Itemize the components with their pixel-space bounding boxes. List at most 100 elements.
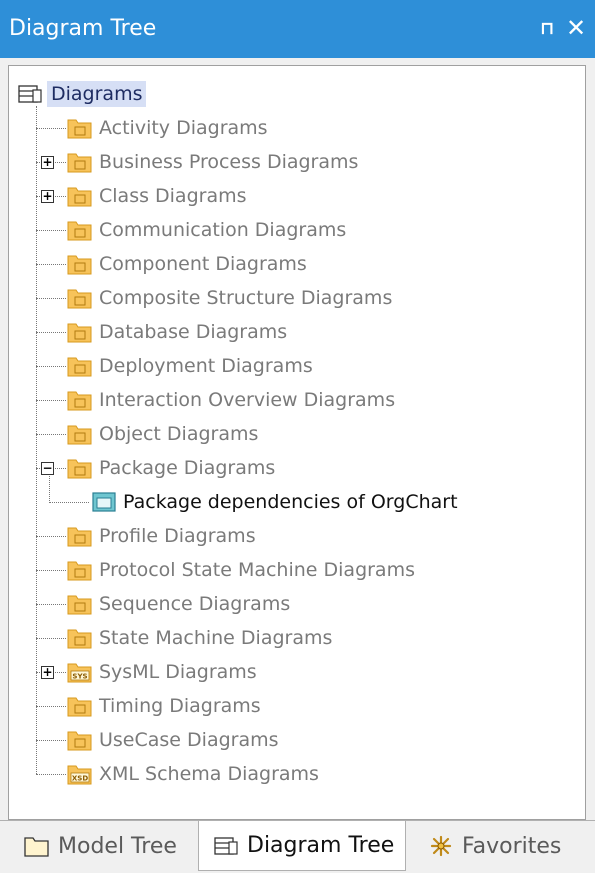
expand-icon[interactable]: +: [41, 156, 54, 169]
tree-item[interactable]: Protocol State Machine Diagrams: [67, 554, 417, 586]
tab-model-tree[interactable]: Model Tree: [10, 821, 190, 871]
tree-connector: [36, 298, 66, 299]
tree-item-child[interactable]: Package dependencies of OrgChart: [91, 486, 460, 518]
tree-item[interactable]: Package Diagrams: [67, 452, 277, 484]
tree-item-label: State Machine Diagrams: [99, 627, 333, 649]
tree-item-label: Database Diagrams: [99, 321, 288, 343]
tree-item-label: Profile Diagrams: [99, 525, 256, 547]
tab-diagram-tree[interactable]: Diagram Tree: [198, 821, 406, 871]
favorites-icon: [428, 834, 454, 858]
tree-connector: [36, 332, 66, 333]
tree-item-label: Component Diagrams: [99, 253, 307, 275]
svg-text:XSD: XSD: [72, 775, 88, 783]
tree-item[interactable]: Timing Diagrams: [67, 690, 263, 722]
tree-item-label: Interaction Overview Diagrams: [99, 389, 396, 411]
composite-structure-folder-icon: [67, 286, 93, 310]
tree-item[interactable]: Class Diagrams: [67, 180, 249, 212]
tree-connector: [36, 638, 66, 639]
tree-root-label: Diagrams: [47, 81, 147, 107]
tree-item[interactable]: XSD XML Schema Diagrams: [67, 758, 321, 790]
state-machine-folder-icon: [67, 626, 93, 650]
tree-item[interactable]: Composite Structure Diagrams: [67, 282, 394, 314]
tree-connector: [49, 476, 50, 503]
tree-item-label: UseCase Diagrams: [99, 729, 279, 751]
tree-item[interactable]: UseCase Diagrams: [67, 724, 281, 756]
tab-label: Favorites: [462, 833, 562, 859]
tree-connector: [36, 740, 66, 741]
tree-item-label: Activity Diagrams: [99, 117, 268, 139]
tab-strip: Model Tree Diagram Tree Favorites: [0, 820, 595, 873]
class-diagram-folder-icon: [67, 184, 93, 208]
xml-schema-folder-icon: XSD: [67, 762, 93, 786]
component-diagram-folder-icon: [67, 252, 93, 276]
tree-item-label: Sequence Diagrams: [99, 593, 291, 615]
database-diagram-folder-icon: [67, 320, 93, 344]
tree-item-label: Class Diagrams: [99, 185, 247, 207]
tree-item[interactable]: Communication Diagrams: [67, 214, 348, 246]
tree-connector: [36, 366, 66, 367]
tree-connector: [36, 128, 66, 129]
tree-item-label: Communication Diagrams: [99, 219, 347, 241]
tree-connector: [36, 706, 66, 707]
panel-title: Diagram Tree: [9, 16, 157, 41]
svg-text:SYS: SYS: [72, 673, 87, 681]
diagram-tree: Diagrams Activity Diagrams + Business Proce…: [8, 65, 586, 820]
sequence-diagram-folder-icon: [67, 592, 93, 616]
tree-item-label: Object Diagrams: [99, 423, 259, 445]
tree-item[interactable]: Interaction Overview Diagrams: [67, 384, 397, 416]
tree-item-label: Composite Structure Diagrams: [99, 287, 393, 309]
tree-item[interactable]: Component Diagrams: [67, 248, 309, 280]
tree-connector: [36, 536, 66, 537]
tree-item[interactable]: Sequence Diagrams: [67, 588, 292, 620]
tree-connector: [36, 570, 66, 571]
tree-item-label: Business Process Diagrams: [99, 151, 359, 173]
object-diagram-folder-icon: [67, 422, 93, 446]
activity-diagram-folder-icon: [67, 116, 93, 140]
tree-item[interactable]: Profile Diagrams: [67, 520, 258, 552]
tree-connector: [49, 502, 89, 503]
tree-item-label: Package dependencies of OrgChart: [123, 491, 458, 513]
interaction-overview-folder-icon: [67, 388, 93, 412]
tab-label: Diagram Tree: [247, 833, 395, 858]
tree-item-label: Deployment Diagrams: [99, 355, 313, 377]
deployment-diagram-folder-icon: [67, 354, 93, 378]
tree-item-label: Protocol State Machine Diagrams: [99, 559, 415, 581]
collapse-icon[interactable]: −: [41, 462, 54, 475]
tab-favorites[interactable]: Favorites: [414, 821, 564, 871]
business-process-folder-icon: [67, 150, 93, 174]
tree-item-label: Timing Diagrams: [99, 695, 261, 717]
tab-label: Model Tree: [58, 833, 177, 859]
tree-item[interactable]: Object Diagrams: [67, 418, 260, 450]
title-bar: Diagram Tree ⊓ ✕: [0, 0, 595, 58]
close-icon[interactable]: ✕: [566, 14, 586, 42]
package-diagram-folder-icon: [67, 456, 93, 480]
tree-connector: [36, 604, 66, 605]
package-diagram-icon: [91, 490, 117, 514]
tree-item-label: SysML Diagrams: [99, 661, 257, 683]
expand-icon[interactable]: +: [41, 666, 54, 679]
expand-icon[interactable]: +: [41, 190, 54, 203]
tree-item[interactable]: State Machine Diagrams: [67, 622, 334, 654]
tree-item[interactable]: Deployment Diagrams: [67, 350, 315, 382]
tree-connector: [36, 400, 66, 401]
diagrams-root-icon: [17, 82, 43, 106]
folder-icon: [24, 834, 50, 858]
tree-connector: [36, 264, 66, 265]
protocol-state-machine-folder-icon: [67, 558, 93, 582]
pin-icon[interactable]: ⊓: [540, 18, 554, 39]
tree-item-label: XML Schema Diagrams: [99, 763, 319, 785]
diagram-tree-panel: Diagrams Activity Diagrams + Business Proce…: [0, 58, 595, 820]
tree-item[interactable]: Business Process Diagrams: [67, 146, 360, 178]
timing-diagram-folder-icon: [67, 694, 93, 718]
tree-item[interactable]: SYS SysML Diagrams: [67, 656, 259, 688]
usecase-diagram-folder-icon: [67, 728, 93, 752]
tree-item[interactable]: Database Diagrams: [67, 316, 289, 348]
tree-item-label: Package Diagrams: [99, 457, 276, 479]
tree-connector: [36, 230, 66, 231]
diagram-tree-icon: [213, 834, 239, 858]
tree-connector: [36, 434, 66, 435]
tree-item[interactable]: Activity Diagrams: [67, 112, 270, 144]
tree-connector: [36, 106, 37, 774]
communication-diagram-folder-icon: [67, 218, 93, 242]
sysml-diagram-folder-icon: SYS: [67, 660, 93, 684]
